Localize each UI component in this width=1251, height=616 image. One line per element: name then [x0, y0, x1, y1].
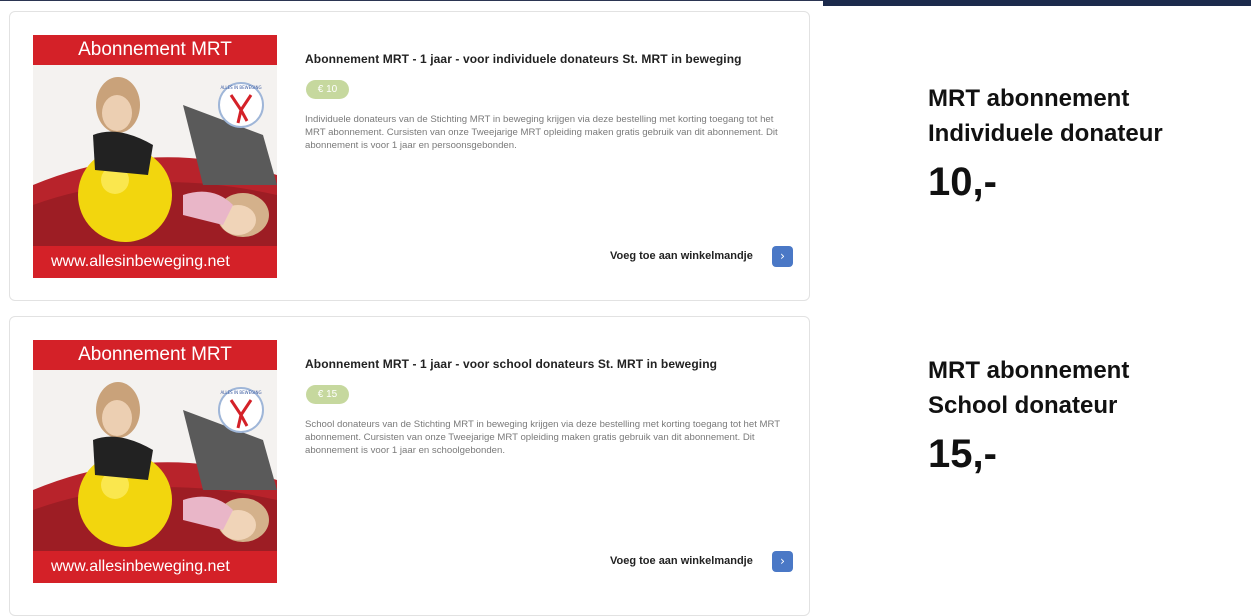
top-border [0, 0, 823, 1]
annotation-line2: School donateur [928, 392, 1118, 419]
add-to-cart-link[interactable]: Voeg toe aan winkelmandje [610, 555, 753, 567]
annotation-line1: MRT abonnement [928, 85, 1130, 112]
product-photo: ALLES IN BEWEGING [33, 65, 277, 247]
logo-text: ALLES IN BEWEGING [220, 85, 261, 90]
logo-text: ALLES IN BEWEGING [220, 390, 261, 395]
price-badge: € 10 [306, 80, 349, 99]
image-footer: www.allesinbeweging.net [33, 246, 277, 278]
product-photo: ALLES IN BEWEGING [33, 370, 277, 552]
chevron-right-icon: › [780, 249, 785, 263]
product-title[interactable]: Abonnement MRT - 1 jaar - voor individue… [305, 52, 742, 66]
annotation-line1: MRT abonnement [928, 357, 1130, 384]
annotation-individual: MRT abonnement Individuele donateur 10,- [928, 81, 1163, 205]
top-bar [823, 0, 1251, 6]
annotation-price: 10,- [928, 160, 997, 204]
product-image[interactable]: Abonnement MRT ALLES IN BEWEGING www.all… [33, 340, 277, 583]
add-to-cart-button[interactable]: › [772, 246, 793, 267]
product-description: School donateurs van de Stichting MRT in… [305, 419, 780, 456]
image-header: Abonnement MRT [33, 340, 277, 370]
product-title[interactable]: Abonnement MRT - 1 jaar - voor school do… [305, 357, 717, 371]
product-description: Individuele donateurs van de Stichting M… [305, 114, 778, 151]
product-card-school: Abonnement MRT ALLES IN BEWEGING www.all… [9, 316, 810, 616]
add-to-cart-button[interactable]: › [772, 551, 793, 572]
image-footer: www.allesinbeweging.net [33, 551, 277, 583]
product-image[interactable]: Abonnement MRT ALLES IN BEWEGING www.all… [33, 35, 277, 278]
add-to-cart-link[interactable]: Voeg toe aan winkelmandje [610, 250, 753, 262]
annotation-line2: Individuele donateur [928, 120, 1163, 147]
product-card-individual: Abonnement MRT ALLES IN BEWEGING www.all… [9, 11, 810, 301]
image-header: Abonnement MRT [33, 35, 277, 65]
price-badge: € 15 [306, 385, 349, 404]
chevron-right-icon: › [780, 554, 785, 568]
annotation-school: MRT abonnement School donateur 15,- [928, 353, 1129, 477]
annotation-price: 15,- [928, 432, 997, 476]
